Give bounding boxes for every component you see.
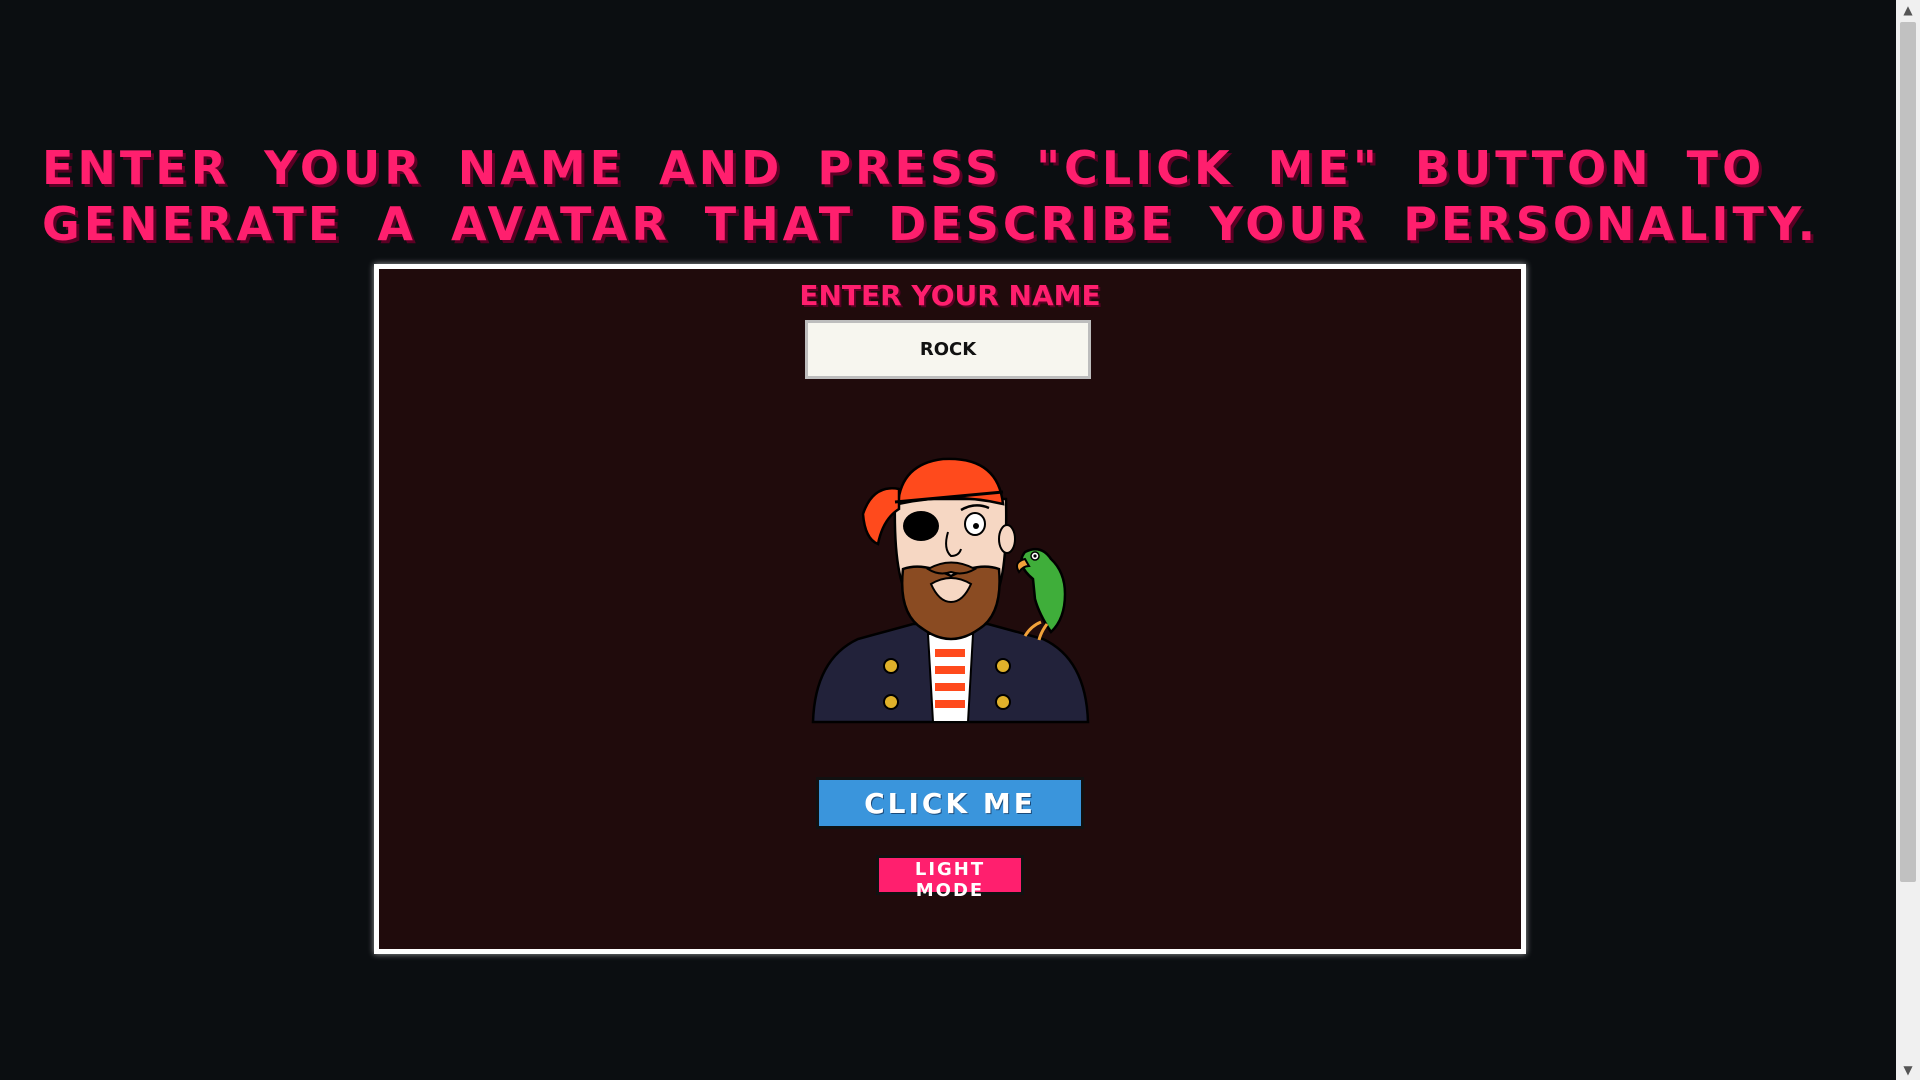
avatar-card-frame: Enter Your Name — [374, 264, 1526, 954]
vertical-scrollbar[interactable]: ▲ ▼ — [1896, 0, 1920, 1080]
scroll-down-icon[interactable]: ▼ — [1896, 1060, 1920, 1080]
page: Enter your name and press "Click me" but… — [0, 0, 1896, 1080]
name-input[interactable] — [805, 320, 1091, 379]
light-mode-button[interactable]: LIGHT MODE — [876, 855, 1024, 901]
pirate-avatar-icon — [811, 457, 1090, 724]
click-me-button[interactable]: CLICK ME — [816, 777, 1084, 829]
avatar-card: Enter Your Name — [379, 269, 1521, 949]
name-label: Enter Your Name — [799, 279, 1101, 312]
scroll-up-icon[interactable]: ▲ — [1896, 0, 1920, 20]
scroll-thumb[interactable] — [1900, 22, 1916, 882]
page-headline: Enter your name and press "Click me" but… — [42, 141, 1820, 251]
